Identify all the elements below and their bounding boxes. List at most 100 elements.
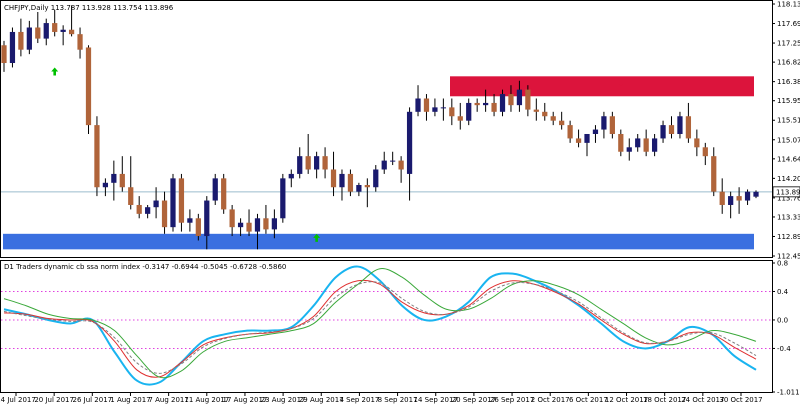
bear-candle [221,178,227,210]
bear-candle [736,196,742,201]
bull-candle [170,178,176,228]
bear-candle [246,222,252,232]
bear-candle [423,98,430,112]
bull-candle [339,173,345,188]
indicator-title: D1 Traders dynamic cb ssa norm index -0.… [4,263,286,271]
bear-candle [567,125,573,139]
price-axis: 118.130 117.690 117.250 116.820 116.380 115.9… [772,1,800,261]
time-tick-label: 6 Oct 2017 [569,396,608,404]
bull-candle [373,169,379,188]
bear-candle [491,102,497,112]
bull-candle [254,218,261,232]
bull-candle [390,160,396,162]
price-tick-label: 114.640 [777,155,800,163]
indicator-tick-label: -1.0117 [777,389,800,397]
bull-candle [145,207,151,214]
bear-candle [229,209,235,228]
bear-candle [542,111,548,117]
bull-candle [43,23,49,39]
price-tick-label: 113.330 [777,213,800,221]
bull-candle [204,200,210,237]
bear-candle [618,133,624,152]
price-tick-label: 115.950 [777,97,800,105]
indicator-tick-label: 0.4 [777,288,789,296]
time-tick-label: 2 Oct 2017 [531,396,570,404]
current-price-label: 113.896 [776,188,800,196]
bear-candle [711,156,717,192]
bull-candle [601,116,607,130]
price-tick-label: 115.510 [777,117,800,125]
bull-candle [9,31,16,64]
time-tick-label: 30 Oct 2017 [719,396,762,404]
time-tick-label: 12 Oct 2017 [605,396,648,404]
time-tick-label: 26 Sep 2017 [490,396,534,404]
bear-candle [719,191,725,205]
bear-candle [702,147,708,157]
bull-candle [111,173,117,183]
bear-candle [474,102,480,106]
bull-candle [660,125,666,139]
bear-candle [1,45,7,64]
bull-candle [153,200,159,208]
bull-candle [728,196,734,205]
bull-candle [26,27,32,50]
chart-window: 118.130 117.690 117.250 116.820 116.380 115.9… [0,0,800,404]
time-tick-label: 8 Sep 2017 [378,396,418,404]
price-pane[interactable] [0,0,773,258]
time-tick-label: 24 Oct 2017 [681,396,724,404]
bear-candle [347,173,354,192]
bear-candle [94,125,100,188]
time-axis: 14 Jul 201720 Jul 201726 Jul 20171 Aug 2… [0,393,763,404]
price-tick-label: 117.690 [777,20,800,28]
bull-candle [516,89,523,106]
bear-candle [508,94,514,106]
time-tick-label: 26 Jul 2017 [73,396,113,404]
bull-candle [592,129,599,134]
bull-candle [482,102,489,106]
bear-candle [609,116,615,134]
bull-candle [415,98,421,112]
bull-candle [744,191,751,201]
indicator-tick-label: 0.8 [777,260,788,268]
price-tick-label: 112.890 [777,233,800,241]
indicator-pane[interactable] [0,260,773,393]
bear-candle [161,200,168,228]
bull-candle [584,133,590,143]
bull-candle [440,107,446,109]
bull-candle [297,156,303,174]
time-tick-label: 1 Aug 2017 [110,396,150,404]
bear-candle [128,187,134,205]
bear-candle [694,138,700,148]
bull-candle [237,222,244,228]
support-zone [3,233,754,250]
bear-candle [533,109,539,112]
price-tick-label: 115.070 [777,136,800,144]
time-tick-label: 4 Sep 2017 [339,396,379,404]
bull-candle [288,173,294,179]
bull-candle [499,94,506,112]
bull-candle [102,182,109,188]
bull-candle [187,218,193,223]
time-tick-label: 14 Jul 2017 [0,396,36,404]
bull-candle [626,147,632,152]
indicator-tick-label: 0.0 [777,316,788,324]
time-tick-label: 29 Aug 2017 [299,396,344,404]
time-tick-label: 18 Oct 2017 [643,396,686,404]
price-tick-label: 117.250 [777,40,800,48]
bear-candle [305,156,311,170]
bear-candle [449,107,455,117]
bull-candle [314,156,320,170]
time-tick-label: 7 Aug 2017 [148,396,188,404]
price-tick-label: 116.380 [777,78,800,86]
bull-candle [651,138,658,152]
bear-candle [643,138,649,152]
time-tick-label: 20 Jul 2017 [34,396,74,404]
bull-candle [635,138,641,148]
price-tick-label: 114.200 [777,175,800,183]
bear-candle [68,29,75,35]
bear-candle [525,89,531,110]
bull-candle [280,178,286,219]
indicator-axis: 0.8 0.4 0.0 -0.4 -1.0117 [772,260,800,397]
bull-candle [271,218,278,230]
price-tick-label: 116.820 [777,59,800,67]
